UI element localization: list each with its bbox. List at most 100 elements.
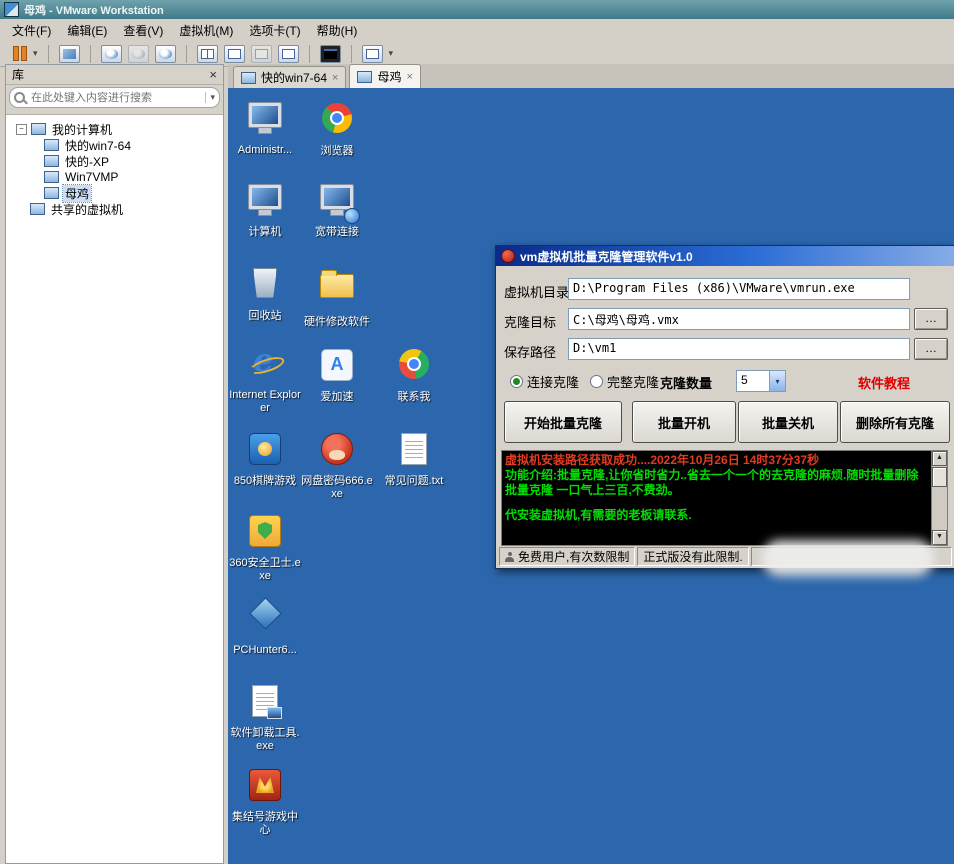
menu-tabs[interactable]: 选项卡(T) <box>241 19 308 42</box>
monitor-icon <box>228 102 302 142</box>
library-title: 库 <box>12 66 24 83</box>
menu-vm[interactable]: 虚拟机(M) <box>171 19 241 42</box>
log-console[interactable]: 虚拟机安装路径获取成功....2022年10月26日 14时37分37秒 功能介… <box>501 450 948 546</box>
collapse-icon[interactable]: − <box>16 124 27 135</box>
snapshot-manager-icon[interactable] <box>155 45 176 63</box>
toolbar-separator <box>186 45 187 63</box>
desktop-icon-uninstaller[interactable]: 软件卸载工具.exe <box>228 682 302 753</box>
menu-edit[interactable]: 编辑(E) <box>59 19 115 42</box>
tree-item-vm-win7-64[interactable]: 快的win7-64 <box>6 137 223 153</box>
desktop-icon-aijiasu[interactable]: 爱加速 <box>300 346 374 404</box>
vmware-workstation-window: 母鸡 - VMware Workstation 文件(F) 编辑(E) 查看(V… <box>0 0 954 864</box>
search-dropdown-caret[interactable]: ▾ <box>205 92 215 103</box>
browse-target-button[interactable]: … <box>914 308 948 330</box>
combo-caret-icon[interactable]: ▾ <box>769 371 785 391</box>
tutorial-link[interactable]: 软件教程 <box>858 373 910 392</box>
search-input[interactable] <box>29 91 201 105</box>
virtual-console-icon[interactable] <box>320 45 341 63</box>
window-titlebar[interactable]: 母鸡 - VMware Workstation <box>0 0 954 19</box>
desktop-icon-pchunter[interactable]: PCHunter6... <box>228 594 302 657</box>
vmrun-path-label: 虚拟机目录 <box>504 282 569 301</box>
monitor-icon <box>228 184 302 224</box>
desktop-icon-browser[interactable]: 浏览器 <box>300 100 374 158</box>
desktop-icon-recycle-bin[interactable]: 回收站 <box>228 264 302 323</box>
full-clone-radio[interactable]: 完整克隆 <box>590 372 659 391</box>
scroll-thumb[interactable] <box>932 467 947 487</box>
computer-icon <box>31 123 46 135</box>
recycle-bin-icon <box>228 268 302 308</box>
desktop-icon-contact-me[interactable]: 联系我 <box>377 346 451 404</box>
show-thumbnail-bar-icon[interactable] <box>224 45 245 63</box>
console-view-icon[interactable] <box>251 45 272 63</box>
desktop-icon-hardware-tool[interactable]: 硬件修改软件 <box>300 264 374 329</box>
clone-target-label: 克隆目标 <box>504 312 556 331</box>
menu-help[interactable]: 帮助(H) <box>309 19 366 42</box>
library-close-icon[interactable]: × <box>209 68 217 81</box>
status-license-segment: 免费用户,有次数限制 <box>499 547 635 566</box>
dialog-app-icon <box>501 249 515 263</box>
library-header: 库 × <box>6 65 223 85</box>
clone-count-value: 5 <box>737 371 769 391</box>
desktop-icon-broadband[interactable]: 宽带连接 <box>300 182 374 239</box>
vm-icon <box>44 187 59 199</box>
desktop-icon-computer[interactable]: 计算机 <box>228 182 302 239</box>
tab-win7-64[interactable]: 快的win7-64 × <box>233 66 346 88</box>
revert-snapshot-icon[interactable] <box>128 45 149 63</box>
desktop-icon-netdisk-password[interactable]: 网盘密码666.exe <box>300 430 374 501</box>
desktop-icon-360-safe[interactable]: 360安全卫士.exe <box>228 512 302 583</box>
network-connection-icon <box>300 184 374 224</box>
scroll-down-icon[interactable]: ▼ <box>932 530 947 545</box>
delete-all-clones-button[interactable]: 删除所有克隆 <box>840 401 950 443</box>
suspend-menu-caret[interactable]: ▾ <box>30 48 41 59</box>
dialog-titlebar[interactable]: vm虚拟机批量克隆管理软件v1.0 <box>496 246 954 266</box>
batch-power-on-button[interactable]: 批量开机 <box>632 401 736 443</box>
tree-item-shared-vms[interactable]: 共享的虚拟机 <box>6 201 223 217</box>
tab-close-icon[interactable]: × <box>332 72 338 84</box>
unity-mode-icon[interactable] <box>278 45 299 63</box>
console-scrollbar[interactable]: ▲ ▼ <box>931 451 947 545</box>
search-icon <box>14 92 25 103</box>
take-snapshot-icon[interactable] <box>101 45 122 63</box>
vm-tab-icon <box>241 72 256 84</box>
scroll-up-icon[interactable]: ▲ <box>932 451 947 466</box>
show-library-icon[interactable] <box>197 45 218 63</box>
game-center-icon <box>228 769 302 809</box>
vm-icon <box>44 171 59 183</box>
send-ctrl-alt-del-icon[interactable] <box>59 45 80 63</box>
fullscreen-icon[interactable] <box>362 45 383 63</box>
linked-clone-radio[interactable]: 连接克隆 <box>510 372 579 391</box>
contact-icon <box>377 349 451 389</box>
tab-muji[interactable]: 母鸡 × <box>349 64 420 88</box>
tree-item-vm-win7vmp[interactable]: Win7VMP <box>6 169 223 185</box>
log-line: 功能介绍:批量克隆,让你省时省力..省去一个一个的去克隆的麻烦.随时批量删除批量… <box>505 468 929 498</box>
vmrun-path-input[interactable]: D:\Program Files (x86)\VMware\vmrun.exe <box>568 278 910 300</box>
tree-item-my-computer[interactable]: − 我的计算机 <box>6 121 223 137</box>
tree-item-vm-xp[interactable]: 快的-XP <box>6 153 223 169</box>
desktop-icon-administrator[interactable]: Administr... <box>228 100 302 157</box>
library-search-area: ▾ <box>6 85 223 115</box>
menu-view[interactable]: 查看(V) <box>115 19 171 42</box>
browse-save-button[interactable]: … <box>914 338 948 360</box>
clone-count-select[interactable]: 5 ▾ <box>736 370 786 392</box>
save-path-input[interactable]: D:\vm1 <box>568 338 910 360</box>
desktop-icon-jijiehao[interactable]: 集结号游戏中心 <box>228 766 302 837</box>
clone-target-input[interactable]: C:\母鸡\母鸡.vmx <box>568 308 910 330</box>
tab-close-icon[interactable]: × <box>406 71 412 83</box>
menu-file[interactable]: 文件(F) <box>4 19 59 42</box>
suspend-button[interactable] <box>10 44 30 63</box>
fullscreen-caret[interactable]: ▾ <box>386 48 397 59</box>
tree-item-label: 共享的虚拟机 <box>49 201 125 218</box>
radio-unchecked-icon <box>590 375 603 388</box>
clone-count-label: 克隆数量 <box>660 373 712 392</box>
start-batch-clone-button[interactable]: 开始批量克隆 <box>504 401 622 443</box>
desktop-icon-faq-txt[interactable]: 常见问题.txt <box>377 430 451 488</box>
tree-item-vm-muji[interactable]: 母鸡 <box>6 185 223 201</box>
desktop-icon-internet-explorer[interactable]: Internet Explorer <box>228 346 302 415</box>
toolbar-separator <box>48 45 49 63</box>
library-search-box[interactable]: ▾ <box>9 87 220 108</box>
tab-label: 母鸡 <box>377 68 401 85</box>
desktop-icon-850-game[interactable]: 850棋牌游戏 <box>228 430 302 488</box>
text-file-icon <box>377 433 451 473</box>
chrome-icon <box>300 103 374 143</box>
batch-power-off-button[interactable]: 批量关机 <box>738 401 838 443</box>
